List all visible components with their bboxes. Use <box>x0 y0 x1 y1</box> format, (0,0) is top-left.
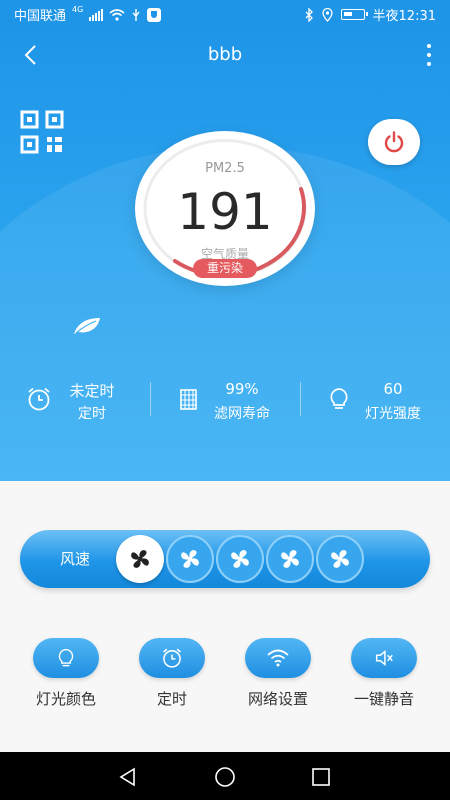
status-stats-row: 未定时 定时 99% 滤网寿命 60 灯光强度 <box>0 376 450 426</box>
timer-pill[interactable] <box>139 638 205 678</box>
page-title: bbb <box>207 44 243 65</box>
fan-icon <box>231 550 249 568</box>
status-bar: 中国联通 4G 半夜12:31 <box>0 0 450 26</box>
location-icon <box>321 7 333 22</box>
network-settings-button[interactable]: 网络设置 <box>233 638 323 718</box>
quick-actions: 灯光颜色 定时 网络设置 一键静音 <box>0 638 450 718</box>
fan-speed-label: 风速 <box>60 550 91 568</box>
light-color-button[interactable]: 灯光颜色 <box>21 638 111 718</box>
alarm-clock-icon <box>28 387 50 411</box>
qr-code-icon[interactable] <box>20 110 64 154</box>
clock-time: 半夜12:31 <box>372 9 436 24</box>
lightbulb-icon <box>58 648 74 667</box>
wifi-icon <box>267 649 289 667</box>
more-vertical-icon[interactable] <box>424 44 434 66</box>
stat-light-label: 灯光强度 <box>365 406 421 422</box>
stat-filter-label: 滤网寿命 <box>214 406 270 422</box>
air-quality-hero: bbb PM2.5 191 空气质量 重污染 未定时 定时 99% 滤网寿命 6… <box>0 26 450 481</box>
fan-speed-level-2[interactable] <box>166 535 214 583</box>
fan-icon <box>181 550 199 568</box>
signal-icon <box>89 8 104 21</box>
shield-app-icon <box>147 7 162 22</box>
power-button[interactable] <box>368 119 420 165</box>
stat-timer[interactable]: 未定时 定时 <box>26 376 136 426</box>
carrier-name: 中国联通 <box>14 9 67 24</box>
leaf-icon <box>74 318 100 334</box>
usb-icon <box>132 8 140 21</box>
fan-speed-level-5[interactable] <box>316 535 364 583</box>
stat-light[interactable]: 60 灯光强度 <box>326 376 436 426</box>
mute-pill[interactable] <box>351 638 417 678</box>
mute-button[interactable]: 一键静音 <box>339 638 429 718</box>
fan-speed-level-3[interactable] <box>216 535 264 583</box>
status-badge: 重污染 <box>193 259 257 278</box>
light-color-pill[interactable] <box>33 638 99 678</box>
mute-label: 一键静音 <box>353 690 414 708</box>
air-quality-gauge: PM2.5 191 空气质量 重污染 <box>135 131 315 286</box>
stat-filter-value: 99% <box>225 380 259 398</box>
fan-icon <box>131 550 149 568</box>
fan-icon <box>331 550 349 568</box>
timer-label: 定时 <box>156 690 187 708</box>
divider <box>300 382 301 416</box>
network-settings-pill[interactable] <box>245 638 311 678</box>
network-type: 4G <box>72 5 84 14</box>
fan-icon <box>281 550 299 568</box>
light-color-label: 灯光颜色 <box>35 690 96 708</box>
stat-filter[interactable]: 99% 滤网寿命 <box>176 376 286 426</box>
fan-speed-bar: 风速 <box>20 530 430 588</box>
recents-square-icon[interactable] <box>310 766 332 788</box>
mute-icon <box>375 650 393 666</box>
stat-timer-value: 未定时 <box>69 382 115 400</box>
power-icon <box>384 131 404 153</box>
fan-speed-level-1[interactable] <box>116 535 164 583</box>
stat-timer-label: 定时 <box>78 406 106 422</box>
divider <box>150 382 151 416</box>
lightbulb-icon <box>330 388 348 409</box>
pm-label: PM2.5 <box>205 161 245 176</box>
alarm-clock-icon <box>163 648 181 668</box>
home-circle-icon[interactable] <box>214 766 236 788</box>
battery-icon <box>340 9 368 20</box>
back-triangle-icon[interactable] <box>117 766 139 788</box>
network-settings-label: 网络设置 <box>247 690 308 708</box>
timer-button[interactable]: 定时 <box>127 638 217 718</box>
stat-light-value: 60 <box>383 380 403 398</box>
fan-speed-level-4[interactable] <box>266 535 314 583</box>
bluetooth-icon <box>305 7 313 22</box>
wifi-icon <box>109 8 125 21</box>
system-nav-bar <box>0 752 450 800</box>
pm-value: 191 <box>177 183 273 241</box>
filter-icon <box>180 389 197 410</box>
